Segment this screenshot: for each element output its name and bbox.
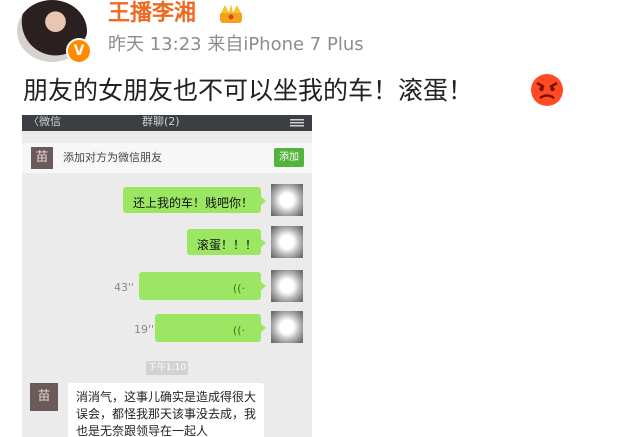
chat-screenshot: 〈微信 群聊(2) 苗 添加对方为微信朋友 添加 还上我的车！贱吧你！ 滚蛋！！… bbox=[22, 115, 312, 437]
outgoing-voice-bubble[interactable]: ((· bbox=[139, 272, 266, 300]
time-separator: 下午1:10 bbox=[146, 361, 188, 375]
self-avatar[interactable] bbox=[271, 184, 303, 216]
add-friend-button[interactable]: 添加 bbox=[274, 148, 304, 167]
message-text: 消消气，这事儿确实是造成得很大误会，都怪我那天该事没去成，我也是无奈跟领导在一起… bbox=[76, 390, 257, 437]
verified-badge: V bbox=[66, 38, 92, 64]
post-meta: 昨天 13:23 来自iPhone 7 Plus bbox=[108, 34, 364, 55]
outgoing-voice-bubble[interactable]: ((· bbox=[155, 314, 266, 342]
message-text: 滚蛋！！！ bbox=[197, 238, 258, 252]
voice-duration: 43'' bbox=[114, 281, 135, 294]
angry-face-icon bbox=[531, 74, 563, 106]
outgoing-text-bubble[interactable]: 还上我的车！贱吧你！ bbox=[123, 187, 266, 213]
crown-icon bbox=[220, 4, 242, 23]
chat-topbar: 〈微信 群聊(2) bbox=[22, 115, 312, 131]
incoming-text-bubble[interactable]: 消消气，这事儿确实是造成得很大误会，都怪我那天该事没去成，我也是无奈跟领导在一起… bbox=[68, 383, 264, 437]
menu-icon[interactable] bbox=[290, 119, 304, 127]
username[interactable]: 王播李湘 bbox=[108, 0, 196, 28]
back-button[interactable]: 〈微信 bbox=[28, 115, 61, 129]
chat-title: 群聊(2) bbox=[142, 115, 180, 128]
add-friend-bar: 苗 添加对方为微信朋友 添加 bbox=[22, 143, 312, 173]
self-avatar[interactable] bbox=[271, 226, 303, 258]
post-header: V 王播李湘 昨天 13:23 来自iPhone 7 Plus bbox=[0, 0, 640, 66]
message-text: 还上我的车！贱吧你！ bbox=[133, 196, 254, 210]
self-avatar[interactable] bbox=[271, 311, 303, 343]
contact-avatar[interactable]: 苗 bbox=[30, 383, 58, 411]
contact-avatar[interactable]: 苗 bbox=[31, 147, 53, 169]
self-avatar[interactable] bbox=[271, 270, 303, 302]
outgoing-text-bubble[interactable]: 滚蛋！！！ bbox=[187, 229, 266, 255]
add-friend-text: 添加对方为微信朋友 bbox=[63, 151, 162, 164]
voice-wave-icon: ((· bbox=[232, 282, 245, 295]
voice-wave-icon: ((· bbox=[232, 324, 245, 337]
voice-duration: 19'' bbox=[134, 323, 155, 336]
post-text: 朋友的女朋友也不可以坐我的车！滚蛋！ bbox=[23, 76, 474, 105]
